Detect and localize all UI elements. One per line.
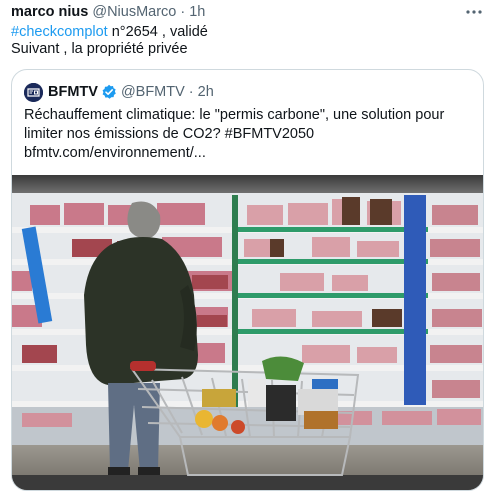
- tweet-header: marco nius @NiusMarco · 1h: [11, 2, 486, 22]
- quoted-author-handle[interactable]: @BFMTV: [121, 84, 185, 100]
- quoted-tweet-text: Réchauffement climatique: le "permis car…: [24, 106, 474, 163]
- hashtag-link[interactable]: #checkcomplot: [11, 24, 108, 40]
- quoted-tweet-header: BFMTV @BFMTV · 2h: [24, 81, 214, 103]
- quoted-tweet[interactable]: BFMTV @BFMTV · 2h Réchauffement climatiq…: [11, 69, 484, 491]
- separator-dot: ·: [188, 84, 194, 100]
- quoted-text-line-1: Réchauffement climatique: le "permis car…: [24, 107, 445, 123]
- author-name[interactable]: marco nius: [11, 4, 88, 20]
- tweet-text-rest: n°2654 , validé: [107, 24, 208, 40]
- verified-badge-icon: [101, 84, 117, 100]
- quoted-author-name[interactable]: BFMTV: [48, 84, 98, 100]
- quoted-text-line-2: limiter nos émissions de CO2? #BFMTV2050: [24, 126, 315, 142]
- supermarket-photo: [12, 175, 483, 490]
- tweet-text-line-1: #checkcomplot n°2654 , validé: [11, 24, 208, 40]
- tweet[interactable]: marco nius @NiusMarco · 1h #checkcomplot…: [0, 0, 496, 491]
- quoted-tweet-timestamp[interactable]: 2h: [198, 84, 214, 100]
- more-icon[interactable]: [462, 0, 486, 24]
- quoted-link[interactable]: bfmtv.com/environnement/...: [24, 144, 474, 163]
- tweet-text-line-2: Suivant , la propriété privée: [11, 41, 188, 57]
- quoted-tweet-photo[interactable]: [12, 175, 483, 490]
- author-handle[interactable]: @NiusMarco: [92, 4, 176, 20]
- tweet-timestamp[interactable]: 1h: [189, 4, 205, 20]
- bfmtv-avatar[interactable]: [24, 82, 43, 102]
- separator-dot: ·: [180, 4, 186, 20]
